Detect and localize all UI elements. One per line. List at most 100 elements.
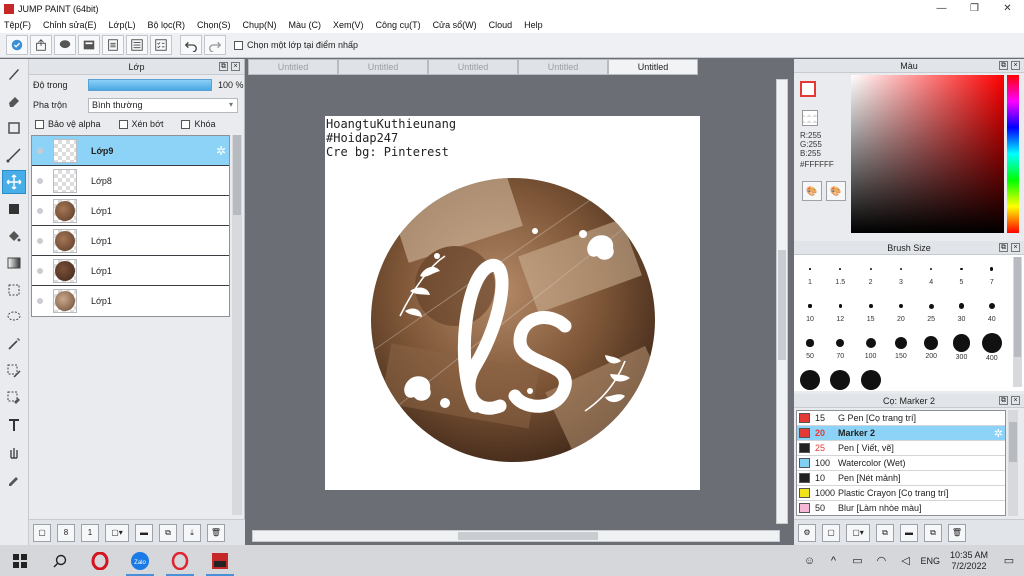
tab-untitled[interactable]: Untitled (428, 59, 518, 75)
text-tool[interactable] (2, 413, 26, 437)
lasso-tool[interactable] (2, 305, 26, 329)
eyedropper-tool[interactable] (2, 467, 26, 491)
saturation-value-picker[interactable] (851, 75, 1004, 233)
volume-icon[interactable]: ◁ (896, 552, 914, 570)
brush-preset-item[interactable]: 1000 Plastic Crayon [Cọ trang trí] (797, 486, 1005, 501)
gear-icon[interactable]: ✲ (216, 144, 226, 158)
brush-preset-item[interactable]: 20 Marker 2 ✲ (797, 426, 1005, 441)
brush-size-option[interactable]: 1 (795, 259, 825, 286)
menu-layer[interactable]: Lớp(L) (109, 20, 136, 30)
layer-row[interactable]: Lớp1 (32, 256, 229, 286)
brush-size-option[interactable]: 50 (795, 333, 825, 360)
checklist-button[interactable] (150, 35, 172, 55)
bucket-tool[interactable] (2, 224, 26, 248)
transparent-color-swatch[interactable] (802, 110, 818, 126)
brush-size-option[interactable]: 4 (916, 259, 946, 286)
close-button[interactable]: ✕ (991, 0, 1024, 17)
hue-slider[interactable] (1007, 75, 1019, 233)
new-layer-1bit-button[interactable]: 1 (81, 523, 99, 542)
layer-row[interactable]: Lớp1 (32, 286, 229, 316)
brush-size-option[interactable] (795, 370, 825, 392)
menu-capture[interactable]: Chụp(N) (243, 20, 277, 30)
brush-size-option[interactable]: 25 (916, 296, 946, 323)
foreground-color-swatch[interactable] (800, 81, 816, 97)
cloud-check-button[interactable] (6, 35, 28, 55)
layer-row[interactable]: Lớp9 ✲ (32, 136, 229, 166)
brush-size-option[interactable]: 12 (825, 296, 855, 323)
gradient-tool[interactable] (2, 251, 26, 275)
layer-scrollbar[interactable] (232, 135, 242, 515)
clipping-checkbox[interactable] (118, 119, 128, 129)
panel-close-button[interactable]: × (1011, 61, 1020, 70)
brush-size-option[interactable]: 400 (977, 333, 1007, 362)
brush-size-option[interactable]: 70 (825, 333, 855, 360)
brush-size-option[interactable]: 30 (947, 296, 977, 323)
people-icon[interactable]: ☺ (800, 552, 818, 570)
brush-size-option[interactable]: 150 (886, 333, 916, 360)
new-layer-8bit-button[interactable]: 8 (57, 523, 75, 542)
delete-layer-button[interactable]: 🗑 (207, 523, 225, 542)
visibility-dot-icon[interactable] (37, 177, 43, 184)
panel-close-button[interactable]: × (1011, 396, 1020, 405)
tab-untitled-active[interactable]: Untitled (608, 59, 698, 75)
brush-size-option[interactable]: 100 (856, 333, 886, 360)
document-button[interactable] (102, 35, 124, 55)
brush-size-option[interactable]: 7 (977, 259, 1007, 286)
eraser-tool[interactable] (2, 89, 26, 113)
brush-size-option[interactable]: 10 (795, 296, 825, 323)
merge-layer-button[interactable]: ⤓ (183, 523, 201, 542)
lock-option[interactable]: Khóa (181, 119, 216, 129)
brush-preset-item[interactable]: 15 G Pen [Cọ trang trí] (797, 411, 1005, 426)
palette-button[interactable]: 🎨 (802, 181, 822, 201)
menu-edit[interactable]: Chỉnh sửa(E) (43, 20, 97, 30)
brush-folder-button[interactable]: ▬ (900, 523, 918, 542)
menu-tools[interactable]: Công cụ(T) (376, 20, 421, 30)
notification-icon[interactable]: ▭ (1000, 552, 1018, 570)
panel-button[interactable] (78, 35, 100, 55)
brush-size-option[interactable]: 300 (947, 333, 977, 361)
magic-wand-tool[interactable] (2, 332, 26, 356)
tab-untitled[interactable]: Untitled (248, 59, 338, 75)
layer-row[interactable]: Lớp1 (32, 226, 229, 256)
brush-size-option[interactable]: 20 (886, 296, 916, 323)
select-layer-at-click[interactable]: Chọn một lớp tại điểm nhấp (234, 40, 358, 50)
list-button[interactable] (126, 35, 148, 55)
canvas-vertical-scrollbar[interactable] (776, 79, 788, 524)
brush-size-option[interactable]: 5 (947, 259, 977, 286)
new-brush-button[interactable]: ▢ (822, 523, 840, 542)
document-canvas[interactable]: HoangtuKuthieunang #Hoidap247 Cre bg: Pi… (325, 116, 700, 490)
brush-size-option[interactable]: 40 (977, 296, 1007, 323)
select-eraser-tool[interactable] (2, 386, 26, 410)
brush-size-option[interactable] (856, 370, 886, 392)
duplicate-layer-button[interactable]: ⧉ (159, 523, 177, 542)
brush-duplicate-button[interactable]: ⧉ (924, 523, 942, 542)
language-indicator[interactable]: ENG (920, 556, 940, 566)
brush-menu-button[interactable]: ▢▾ (846, 523, 870, 542)
tab-untitled[interactable]: Untitled (338, 59, 428, 75)
brush-size-option[interactable]: 200 (916, 333, 946, 360)
fill-rect-tool[interactable] (2, 197, 26, 221)
brush-preset-item[interactable]: 25 Pen [ Viết, vẽ] (797, 441, 1005, 456)
layer-row[interactable]: Lớp8 (32, 166, 229, 196)
menu-file[interactable]: Tệp(F) (4, 20, 31, 30)
menu-view[interactable]: Xem(V) (333, 20, 364, 30)
brush-size-option[interactable] (825, 370, 855, 392)
menu-help[interactable]: Help (524, 20, 543, 30)
panel-float-button[interactable]: ⧉ (999, 243, 1008, 252)
select-layer-checkbox[interactable] (234, 40, 243, 50)
gear-icon[interactable]: ✲ (994, 427, 1003, 440)
clipping-option[interactable]: Xén bớt (118, 119, 163, 129)
menu-color[interactable]: Màu (C) (289, 20, 322, 30)
new-folder-button[interactable]: ▬ (135, 523, 153, 542)
menu-select[interactable]: Chọn(S) (197, 20, 231, 30)
protect-alpha-checkbox[interactable] (35, 119, 44, 129)
brush-size-option[interactable]: 15 (856, 296, 886, 323)
menu-cloud[interactable]: Cloud (489, 20, 513, 30)
visibility-dot-icon[interactable] (37, 267, 43, 274)
menu-window[interactable]: Cửa sổ(W) (433, 20, 477, 30)
search-button[interactable] (40, 545, 80, 576)
maximize-button[interactable]: ❐ (958, 0, 991, 17)
panel-close-button[interactable]: × (231, 62, 240, 71)
brush-preset-scrollbar[interactable] (1008, 410, 1018, 516)
rectangle-tool[interactable] (2, 116, 26, 140)
